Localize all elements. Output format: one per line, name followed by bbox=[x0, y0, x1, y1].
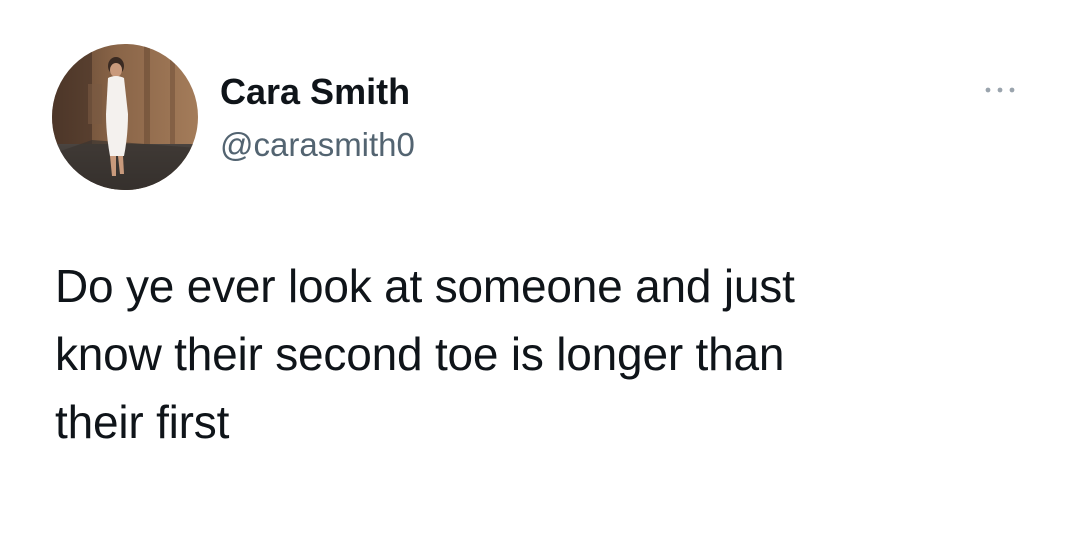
author-handle[interactable]: @carasmith0 bbox=[220, 124, 415, 166]
more-options-button[interactable] bbox=[970, 72, 1030, 108]
ellipsis-icon bbox=[985, 87, 1015, 93]
avatar[interactable] bbox=[52, 44, 198, 190]
tweet-card: Cara Smith @carasmith0 Do ye ever look a… bbox=[0, 0, 1080, 554]
tweet-text: Do ye ever look at someone and just know… bbox=[55, 260, 795, 448]
author-display-name[interactable]: Cara Smith bbox=[220, 70, 410, 114]
profile-photo-icon bbox=[52, 44, 198, 190]
